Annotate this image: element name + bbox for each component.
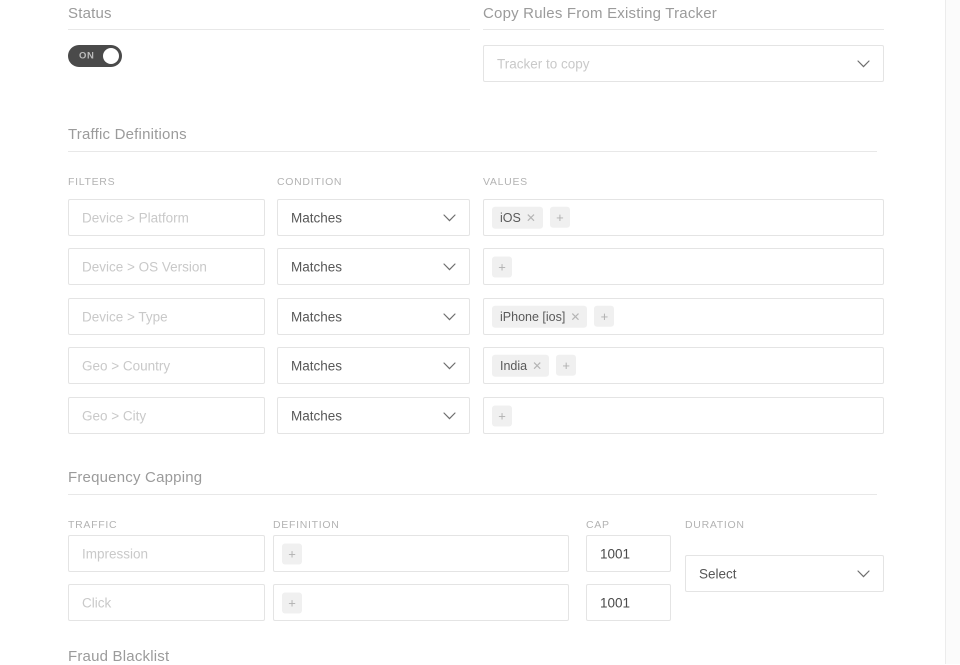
value-chip-label: India [500, 358, 528, 373]
add-value-button[interactable]: + [492, 256, 512, 277]
values-field-row-3[interactable]: iPhone [ios] ✕ + [483, 298, 884, 335]
definition-chip-list-row-2: + [282, 592, 302, 613]
value-chip-label: iOS [500, 210, 521, 225]
chevron-down-icon [443, 262, 456, 271]
condition-select-row-3-value: Matches [291, 309, 343, 324]
add-definition-button[interactable]: + [282, 543, 302, 564]
definition-field-row-1[interactable]: + [273, 535, 569, 572]
condition-select-row-4[interactable]: Matches [277, 347, 470, 384]
values-field-row-5[interactable]: + [483, 397, 884, 434]
values-chip-list-row-3: iPhone [ios] ✕ + [492, 305, 615, 328]
section-heading-status: Status [68, 5, 112, 22]
traffic-input-row-1[interactable]: Impression [68, 535, 265, 572]
duration-select[interactable]: Select [685, 555, 884, 592]
condition-select-row-2[interactable]: Matches [277, 248, 470, 285]
condition-select-row-1[interactable]: Matches [277, 199, 470, 236]
values-field-row-2[interactable]: + [483, 248, 884, 285]
column-label-filters: FILTERS [68, 176, 116, 188]
definition-chip-list-row-1: + [282, 543, 302, 564]
traffic-input-row-2-value: Click [82, 595, 112, 610]
section-heading-frequency-capping: Frequency Capping [68, 469, 203, 486]
chevron-down-icon [443, 361, 456, 370]
cap-input-row-2-value: 1001 [600, 595, 631, 610]
close-icon[interactable]: ✕ [570, 311, 580, 323]
values-chip-list-row-5: + [492, 405, 512, 426]
filter-input-row-1-value: Device > Platform [82, 210, 189, 225]
filter-input-row-2[interactable]: Device > OS Version [68, 248, 265, 285]
section-divider-frequency-capping [68, 494, 877, 495]
chevron-down-icon [443, 213, 456, 222]
values-chip-list-row-4: India ✕ + [492, 354, 577, 377]
filter-input-row-3[interactable]: Device > Type [68, 298, 265, 335]
column-label-definition: DEFINITION [273, 519, 340, 531]
add-definition-button[interactable]: + [282, 592, 302, 613]
cap-input-row-1[interactable]: 1001 [586, 535, 671, 572]
add-value-button[interactable]: + [492, 405, 512, 426]
value-chip[interactable]: iOS ✕ [492, 206, 543, 229]
add-value-button[interactable]: + [594, 306, 615, 327]
column-label-cap: CAP [586, 519, 610, 531]
section-heading-traffic-definitions: Traffic Definitions [68, 126, 187, 143]
page-scrollbar[interactable] [945, 0, 960, 664]
value-chip[interactable]: iPhone [ios] ✕ [492, 305, 588, 328]
value-chip[interactable]: India ✕ [492, 354, 550, 377]
cap-input-row-1-value: 1001 [600, 546, 631, 561]
filter-input-row-1[interactable]: Device > Platform [68, 199, 265, 236]
condition-select-row-3[interactable]: Matches [277, 298, 470, 335]
definition-field-row-2[interactable]: + [273, 584, 569, 621]
filter-input-row-4-value: Geo > Country [82, 358, 171, 373]
section-heading-copy-rules: Copy Rules From Existing Tracker [483, 5, 717, 22]
filter-input-row-5-value: Geo > City [82, 408, 147, 423]
values-chip-list-row-2: + [492, 256, 512, 277]
filter-input-row-5[interactable]: Geo > City [68, 397, 265, 434]
tracker-to-copy-select[interactable]: Tracker to copy [483, 45, 884, 82]
status-toggle-knob [103, 48, 119, 64]
duration-select-value: Select [699, 566, 737, 581]
section-divider-status [68, 29, 470, 30]
filter-input-row-4[interactable]: Geo > Country [68, 347, 265, 384]
chevron-down-icon [443, 411, 456, 420]
cap-input-row-2[interactable]: 1001 [586, 584, 671, 621]
traffic-input-row-2[interactable]: Click [68, 584, 265, 621]
status-toggle-label: ON [79, 50, 95, 62]
add-value-button[interactable]: + [549, 207, 570, 228]
tracker-rules-page: Status ON Copy Rules From Existing Track… [0, 0, 946, 665]
filter-input-row-3-value: Device > Type [82, 309, 168, 324]
section-divider-copy-rules [483, 29, 884, 30]
close-icon[interactable]: ✕ [532, 360, 542, 372]
filter-input-row-2-value: Device > OS Version [82, 259, 207, 274]
condition-select-row-5[interactable]: Matches [277, 397, 470, 434]
condition-select-row-5-value: Matches [291, 408, 343, 423]
values-chip-list-row-1: iOS ✕ + [492, 206, 570, 229]
close-icon[interactable]: ✕ [526, 212, 536, 224]
values-field-row-4[interactable]: India ✕ + [483, 347, 884, 384]
section-heading-fraud-blacklist: Fraud Blacklist [68, 648, 170, 665]
section-divider-traffic-definitions [68, 151, 877, 152]
column-label-condition: CONDITION [277, 176, 343, 188]
tracker-to-copy-value: Tracker to copy [497, 56, 590, 71]
chevron-down-icon [443, 312, 456, 321]
condition-select-row-4-value: Matches [291, 358, 343, 373]
values-field-row-1[interactable]: iOS ✕ + [483, 199, 884, 236]
add-value-button[interactable]: + [556, 355, 577, 376]
column-label-traffic: TRAFFIC [68, 519, 118, 531]
column-label-duration: DURATION [685, 519, 745, 531]
value-chip-label: iPhone [ios] [500, 309, 566, 324]
chevron-down-icon [857, 569, 870, 578]
traffic-input-row-1-value: Impression [82, 546, 149, 561]
chevron-down-icon [857, 59, 870, 68]
condition-select-row-2-value: Matches [291, 259, 343, 274]
condition-select-row-1-value: Matches [291, 210, 343, 225]
status-toggle[interactable]: ON [68, 45, 122, 67]
column-label-values: VALUES [483, 176, 528, 188]
